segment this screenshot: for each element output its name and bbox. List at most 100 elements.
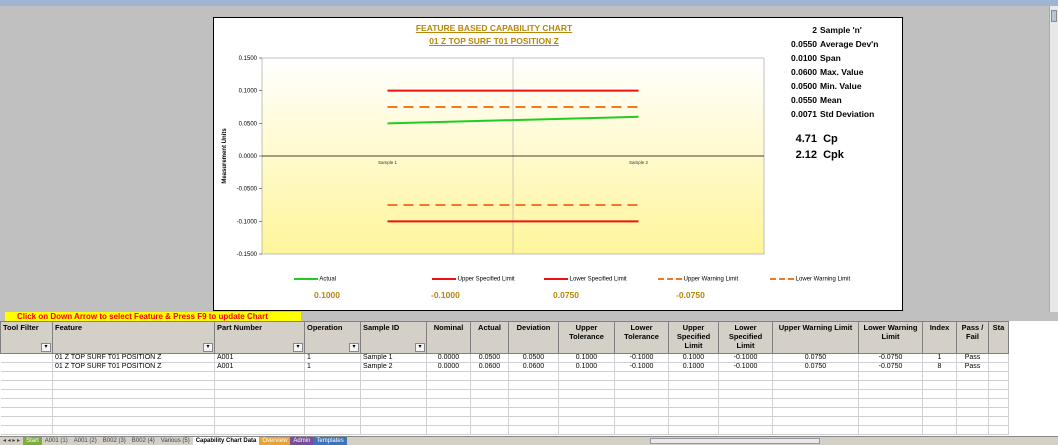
table-cell[interactable]: -0.0750 (858, 353, 923, 363)
table-cell[interactable] (304, 398, 361, 408)
table-cell[interactable] (614, 425, 669, 435)
table-cell[interactable] (922, 389, 957, 399)
table-cell[interactable] (470, 416, 509, 426)
table-cell[interactable] (858, 389, 923, 399)
table-cell[interactable] (52, 425, 215, 435)
filter-dropdown-icon[interactable]: ▾ (203, 343, 213, 352)
table-cell[interactable] (52, 389, 215, 399)
table-cell[interactable] (470, 425, 509, 435)
table-cell[interactable] (772, 407, 859, 417)
table-cell[interactable] (988, 389, 1009, 399)
table-cell[interactable] (304, 407, 361, 417)
table-cell[interactable]: 0.0500 (508, 353, 559, 363)
horizontal-scrollbar[interactable] (650, 438, 820, 444)
table-cell[interactable] (360, 371, 427, 381)
table-cell[interactable] (426, 389, 471, 399)
table-cell[interactable] (0, 353, 53, 363)
table-cell[interactable]: 0.1000 (668, 353, 719, 363)
table-cell[interactable] (988, 398, 1009, 408)
table-cell[interactable] (0, 416, 53, 426)
table-cell[interactable] (668, 371, 719, 381)
table-row[interactable]: 01 Z TOP SURF T01 POSITION Z A001 1 Sample … (0, 353, 1009, 363)
table-cell[interactable] (304, 389, 361, 399)
table-cell[interactable] (470, 371, 509, 381)
table-cell[interactable] (508, 398, 559, 408)
table-cell[interactable] (214, 407, 305, 417)
table-cell[interactable] (858, 398, 923, 408)
column-header[interactable]: Feature ▾ (52, 321, 215, 354)
table-cell[interactable]: 0.0600 (470, 362, 509, 372)
column-header[interactable]: Index (922, 321, 957, 354)
table-cell[interactable] (360, 407, 427, 417)
table-cell[interactable] (470, 389, 509, 399)
table-row[interactable] (0, 398, 1009, 408)
table-cell[interactable]: Sample 2 (360, 362, 427, 372)
table-cell[interactable] (0, 380, 53, 390)
table-cell[interactable] (922, 416, 957, 426)
table-cell[interactable] (304, 380, 361, 390)
table-cell[interactable] (214, 371, 305, 381)
column-header[interactable]: Upper Warning Limit (772, 321, 859, 354)
table-cell[interactable]: 01 Z TOP SURF T01 POSITION Z (52, 362, 215, 372)
table-row[interactable] (0, 371, 1009, 381)
table-cell[interactable] (52, 398, 215, 408)
table-cell[interactable] (956, 398, 989, 408)
table-cell[interactable] (858, 371, 923, 381)
table-cell[interactable] (52, 371, 215, 381)
table-cell[interactable] (426, 371, 471, 381)
table-cell[interactable] (668, 425, 719, 435)
table-cell[interactable] (508, 371, 559, 381)
table-cell[interactable]: Sample 1 (360, 353, 427, 363)
table-cell[interactable] (922, 407, 957, 417)
table-cell[interactable] (304, 371, 361, 381)
table-cell[interactable] (772, 389, 859, 399)
table-cell[interactable] (956, 407, 989, 417)
table-row[interactable] (0, 389, 1009, 399)
table-row[interactable] (0, 380, 1009, 390)
scroll-thumb[interactable] (1051, 10, 1057, 22)
table-row[interactable] (0, 416, 1009, 426)
table-cell[interactable] (668, 398, 719, 408)
table-cell[interactable] (558, 407, 615, 417)
table-cell[interactable] (508, 389, 559, 399)
table-cell[interactable] (214, 425, 305, 435)
table-cell[interactable] (668, 380, 719, 390)
table-cell[interactable] (988, 425, 1009, 435)
filter-dropdown-icon[interactable]: ▾ (41, 343, 51, 352)
table-cell[interactable] (988, 416, 1009, 426)
table-cell[interactable] (718, 398, 773, 408)
table-cell[interactable] (718, 389, 773, 399)
table-cell[interactable] (508, 416, 559, 426)
table-cell[interactable] (614, 380, 669, 390)
table-cell[interactable] (718, 371, 773, 381)
table-cell[interactable] (0, 362, 53, 372)
column-header[interactable]: Upper Specified Limit (668, 321, 719, 354)
column-header[interactable]: Lower Tolerance (614, 321, 669, 354)
column-header[interactable]: Lower Specified Limit (718, 321, 773, 354)
column-header[interactable]: Part Number ▾ (214, 321, 305, 354)
table-cell[interactable] (922, 425, 957, 435)
table-cell[interactable] (558, 416, 615, 426)
table-cell[interactable]: 0.1000 (558, 362, 615, 372)
table-cell[interactable] (614, 371, 669, 381)
table-cell[interactable] (0, 425, 53, 435)
table-cell[interactable] (214, 416, 305, 426)
column-header[interactable]: Pass / Fail (956, 321, 989, 354)
table-cell[interactable] (718, 425, 773, 435)
table-cell[interactable] (360, 380, 427, 390)
table-cell[interactable] (558, 389, 615, 399)
table-cell[interactable] (956, 425, 989, 435)
table-row[interactable] (0, 407, 1009, 417)
column-header[interactable]: Lower Warning Limit (858, 321, 923, 354)
table-cell[interactable] (718, 407, 773, 417)
table-cell[interactable] (52, 416, 215, 426)
column-header[interactable]: Tool Filter ▾ (0, 321, 53, 354)
table-cell[interactable] (772, 371, 859, 381)
table-cell[interactable]: 8 (922, 362, 957, 372)
table-cell[interactable] (0, 407, 53, 417)
table-cell[interactable] (360, 425, 427, 435)
table-cell[interactable] (772, 398, 859, 408)
table-cell[interactable] (558, 371, 615, 381)
table-cell[interactable]: -0.0750 (858, 362, 923, 372)
table-cell[interactable]: 01 Z TOP SURF T01 POSITION Z (52, 353, 215, 363)
